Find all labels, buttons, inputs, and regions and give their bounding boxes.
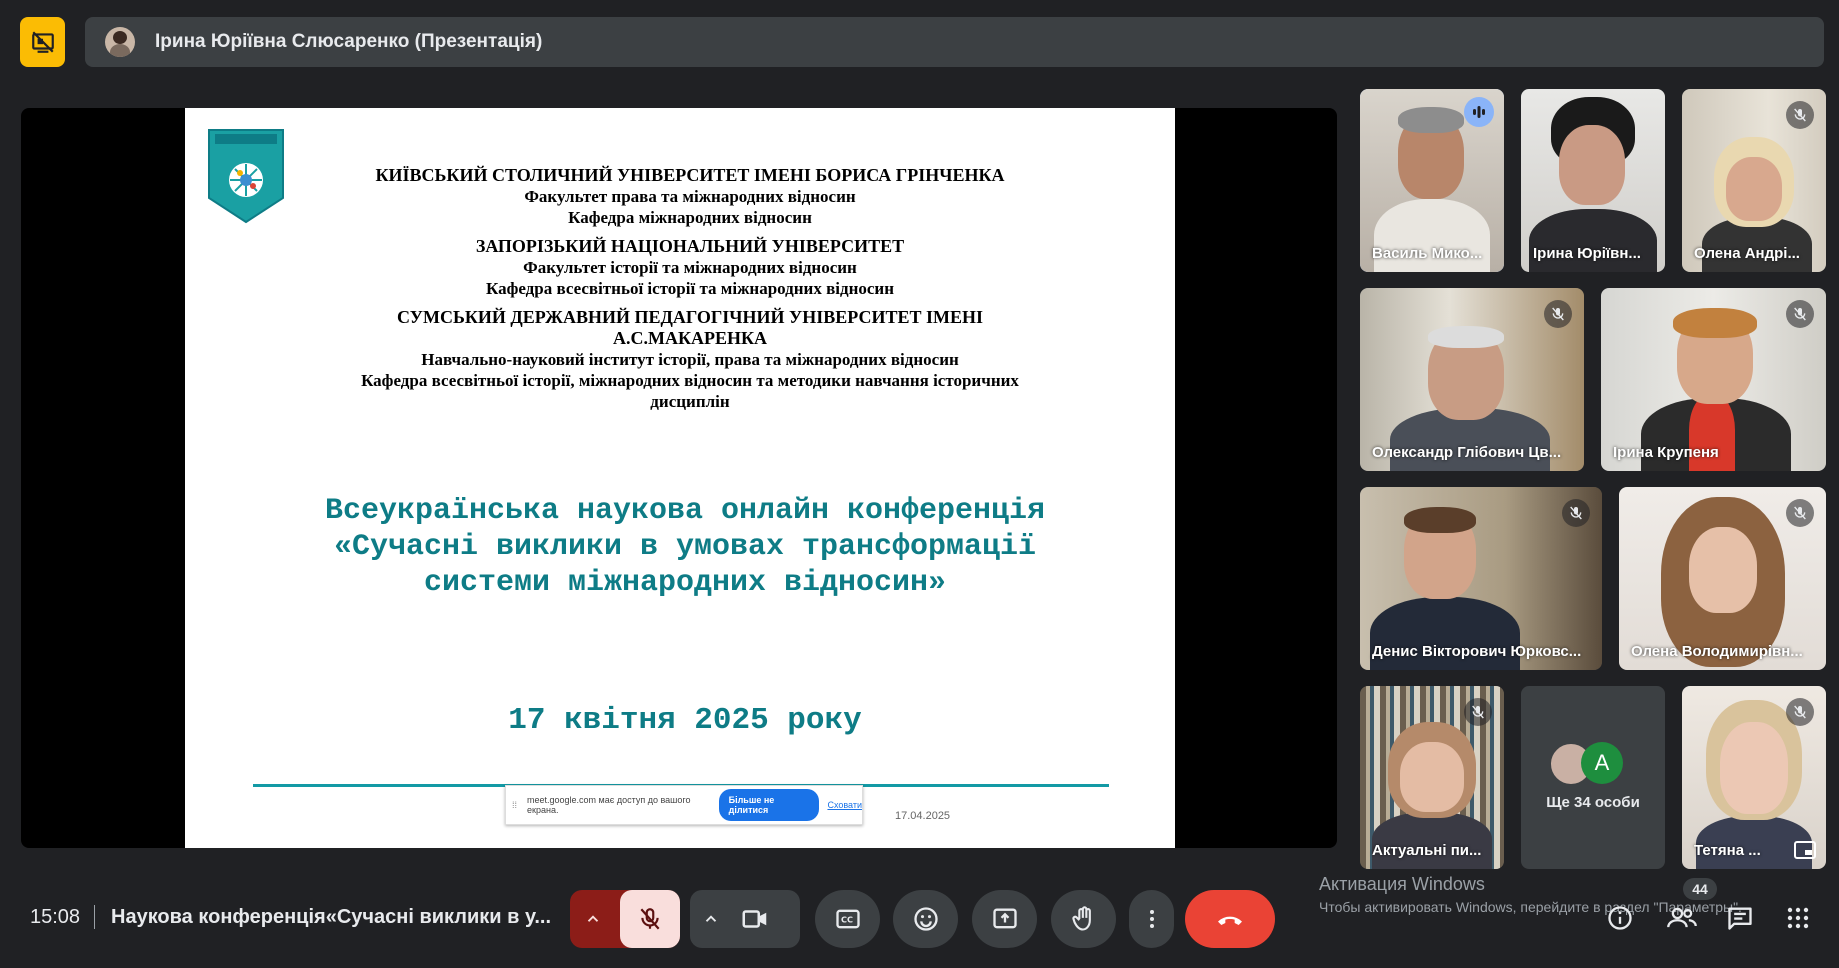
screen-share-notification: ⁞⁞ meet.google.com має доступ до вашого … <box>505 785 863 825</box>
svg-text:CC: CC <box>841 915 853 925</box>
university-block-3: СУМСЬКИЙ ДЕРЖАВНИЙ ПЕДАГОГІЧНИЙ УНІВЕРСИ… <box>265 307 1115 412</box>
chevron-up-icon <box>587 915 599 922</box>
emoji-icon <box>913 907 938 931</box>
mic-off-icon <box>1786 499 1814 527</box>
activities-button[interactable] <box>1786 906 1810 935</box>
participant-name: Ірина Крупеня <box>1613 444 1719 461</box>
participant-name: Ірина Юріївн... <box>1533 245 1641 262</box>
reactions-button[interactable] <box>893 890 958 948</box>
participant-name: Олена Володимирівн... <box>1631 643 1803 660</box>
university-block-1: КИЇВСЬКИЙ СТОЛИЧНИЙ УНІВЕРСИТЕТ ІМЕНІ БО… <box>265 165 1115 228</box>
conference-title-line: «Сучасні виклики в умовах трансформації <box>333 530 1037 564</box>
leave-call-button[interactable] <box>1185 890 1275 948</box>
mic-off-icon <box>1786 698 1814 726</box>
drag-handle-icon[interactable]: ⁞⁞ <box>512 800 517 810</box>
presentation-slide: КИЇВСЬКИЙ СТОЛИЧНИЙ УНІВЕРСИТЕТ ІМЕНІ БО… <box>185 108 1175 848</box>
hang-up-icon <box>1218 916 1242 925</box>
speaking-indicator-icon <box>1464 97 1494 127</box>
participant-tile[interactable]: Олена Володимирівн... <box>1619 487 1826 670</box>
faculty-name: Факультет історії та міжнародних відноси… <box>523 258 857 277</box>
presenter-bar: Ірина Юріївна Слюсаренко (Презентація) <box>85 17 1824 67</box>
hand-icon <box>1071 906 1091 931</box>
camera-controls <box>690 890 800 948</box>
mic-off-icon <box>1544 300 1572 328</box>
department-name-cont: дисциплін <box>650 392 730 411</box>
department-name: Кафедра всесвітньої історії, міжнародних… <box>361 371 1019 390</box>
faculty-name: Факультет права та міжнародних відносин <box>524 187 856 206</box>
chat-button[interactable] <box>1726 904 1754 937</box>
institute-name: Навчально-науковий інститут історії, пра… <box>421 350 959 369</box>
more-vert-icon <box>1149 910 1154 928</box>
chat-icon <box>1728 907 1752 930</box>
captions-button[interactable]: CC <box>815 890 880 948</box>
mic-off-icon <box>640 908 660 930</box>
clock: 15:08 <box>30 906 81 928</box>
participant-tile[interactable]: Олександр Глібович Цв... <box>1360 288 1584 471</box>
participant-name: Олена Андрі... <box>1694 245 1800 262</box>
presenter-avatar <box>105 27 135 57</box>
present-screen-icon <box>992 908 1017 929</box>
participant-tile[interactable]: Ірина Юріївн... <box>1521 89 1665 272</box>
camera-options-button[interactable] <box>702 910 720 933</box>
mic-off-icon <box>1562 499 1590 527</box>
more-participants-label: Ще 34 особи <box>1546 794 1640 811</box>
department-name: Кафедра міжнародних відносин <box>568 208 812 227</box>
conference-title: Всеукраїнська наукова онлайн конференція… <box>245 493 1125 601</box>
picture-in-picture-icon[interactable] <box>1794 841 1818 861</box>
closed-captions-icon: CC <box>835 909 860 929</box>
conference-title-line: Всеукраїнська наукова онлайн конференція <box>324 494 1046 528</box>
people-count-badge: 44 <box>1683 878 1717 900</box>
share-message: meet.google.com має доступ до вашого екр… <box>527 795 691 815</box>
present-screen-button[interactable] <box>972 890 1037 948</box>
department-name: Кафедра всесвітньої історії та міжнародн… <box>485 279 895 298</box>
divider <box>94 905 95 929</box>
participant-avatar: А <box>1581 742 1623 784</box>
participant-tile[interactable]: Актуальні пи... <box>1360 686 1504 869</box>
hide-notification-link[interactable]: Сховати <box>827 800 862 810</box>
participant-tile[interactable]: Олена Андрі... <box>1682 89 1826 272</box>
participant-name: Денис Вікторович Юрковс... <box>1372 643 1582 660</box>
info-icon <box>1608 906 1632 930</box>
participant-name: Василь Мико... <box>1372 245 1483 262</box>
conference-title-line: системи міжнародних відносин» <box>423 566 947 600</box>
participant-name: Актуальні пи... <box>1372 842 1482 859</box>
chevron-up-icon <box>705 915 717 922</box>
stop-sharing-button[interactable]: Більше не ділитися <box>718 789 820 821</box>
participant-tile[interactable]: Василь Мико... <box>1360 89 1504 272</box>
camera-toggle-button[interactable] <box>740 904 770 939</box>
mic-off-icon <box>1786 300 1814 328</box>
conference-date: 17 квітня 2025 року <box>508 703 862 738</box>
participant-name: Тетяна ... <box>1694 842 1761 859</box>
more-options-button[interactable] <box>1129 890 1174 948</box>
people-button[interactable] <box>1666 904 1698 937</box>
meeting-details-button[interactable] <box>1606 904 1634 937</box>
microphone-toggle-button[interactable] <box>620 890 680 948</box>
presentation-stage: КИЇВСЬКИЙ СТОЛИЧНИЙ УНІВЕРСИТЕТ ІМЕНІ БО… <box>21 108 1337 848</box>
mic-off-icon <box>1464 698 1492 726</box>
university-name-cont: А.С.МАКАРЕНКА <box>612 328 768 348</box>
windows-activation-title: Активация Windows <box>1319 874 1485 894</box>
raise-hand-button[interactable] <box>1051 890 1116 948</box>
mic-off-icon <box>1786 101 1814 129</box>
participant-tile[interactable]: Тетяна ... <box>1682 686 1826 869</box>
university-name: КИЇВСЬКИЙ СТОЛИЧНИЙ УНІВЕРСИТЕТ ІМЕНІ БО… <box>375 165 1005 185</box>
presenter-name: Ірина Юріївна Слюсаренко (Презентація) <box>155 31 543 52</box>
participant-tile[interactable]: Ірина Крупеня <box>1601 288 1826 471</box>
university-block-2: ЗАПОРІЗЬКИЙ НАЦІОНАЛЬНИЙ УНІВЕРСИТЕТ Фак… <box>265 236 1115 299</box>
participant-tile[interactable]: Денис Вікторович Юрковс... <box>1360 487 1602 670</box>
video-camera-icon <box>742 910 767 928</box>
meeting-title: Наукова конференція«Сучасні виклики в у.… <box>111 906 552 928</box>
participant-name: Олександр Глібович Цв... <box>1372 444 1562 461</box>
apps-grid-icon <box>1787 907 1809 929</box>
university-name: ЗАПОРІЗЬКИЙ НАЦІОНАЛЬНИЙ УНІВЕРСИТЕТ <box>475 236 905 256</box>
more-participants-tile[interactable]: А Ще 34 особи <box>1521 686 1665 869</box>
slide-footer-date: 17.04.2025 <box>895 810 951 822</box>
presentation-toggle-button[interactable] <box>20 17 65 67</box>
university-name: СУМСЬКИЙ ДЕРЖАВНИЙ ПЕДАГОГІЧНИЙ УНІВЕРСИ… <box>396 307 983 327</box>
no-screen-share-icon <box>31 31 54 53</box>
people-icon <box>1667 907 1697 928</box>
